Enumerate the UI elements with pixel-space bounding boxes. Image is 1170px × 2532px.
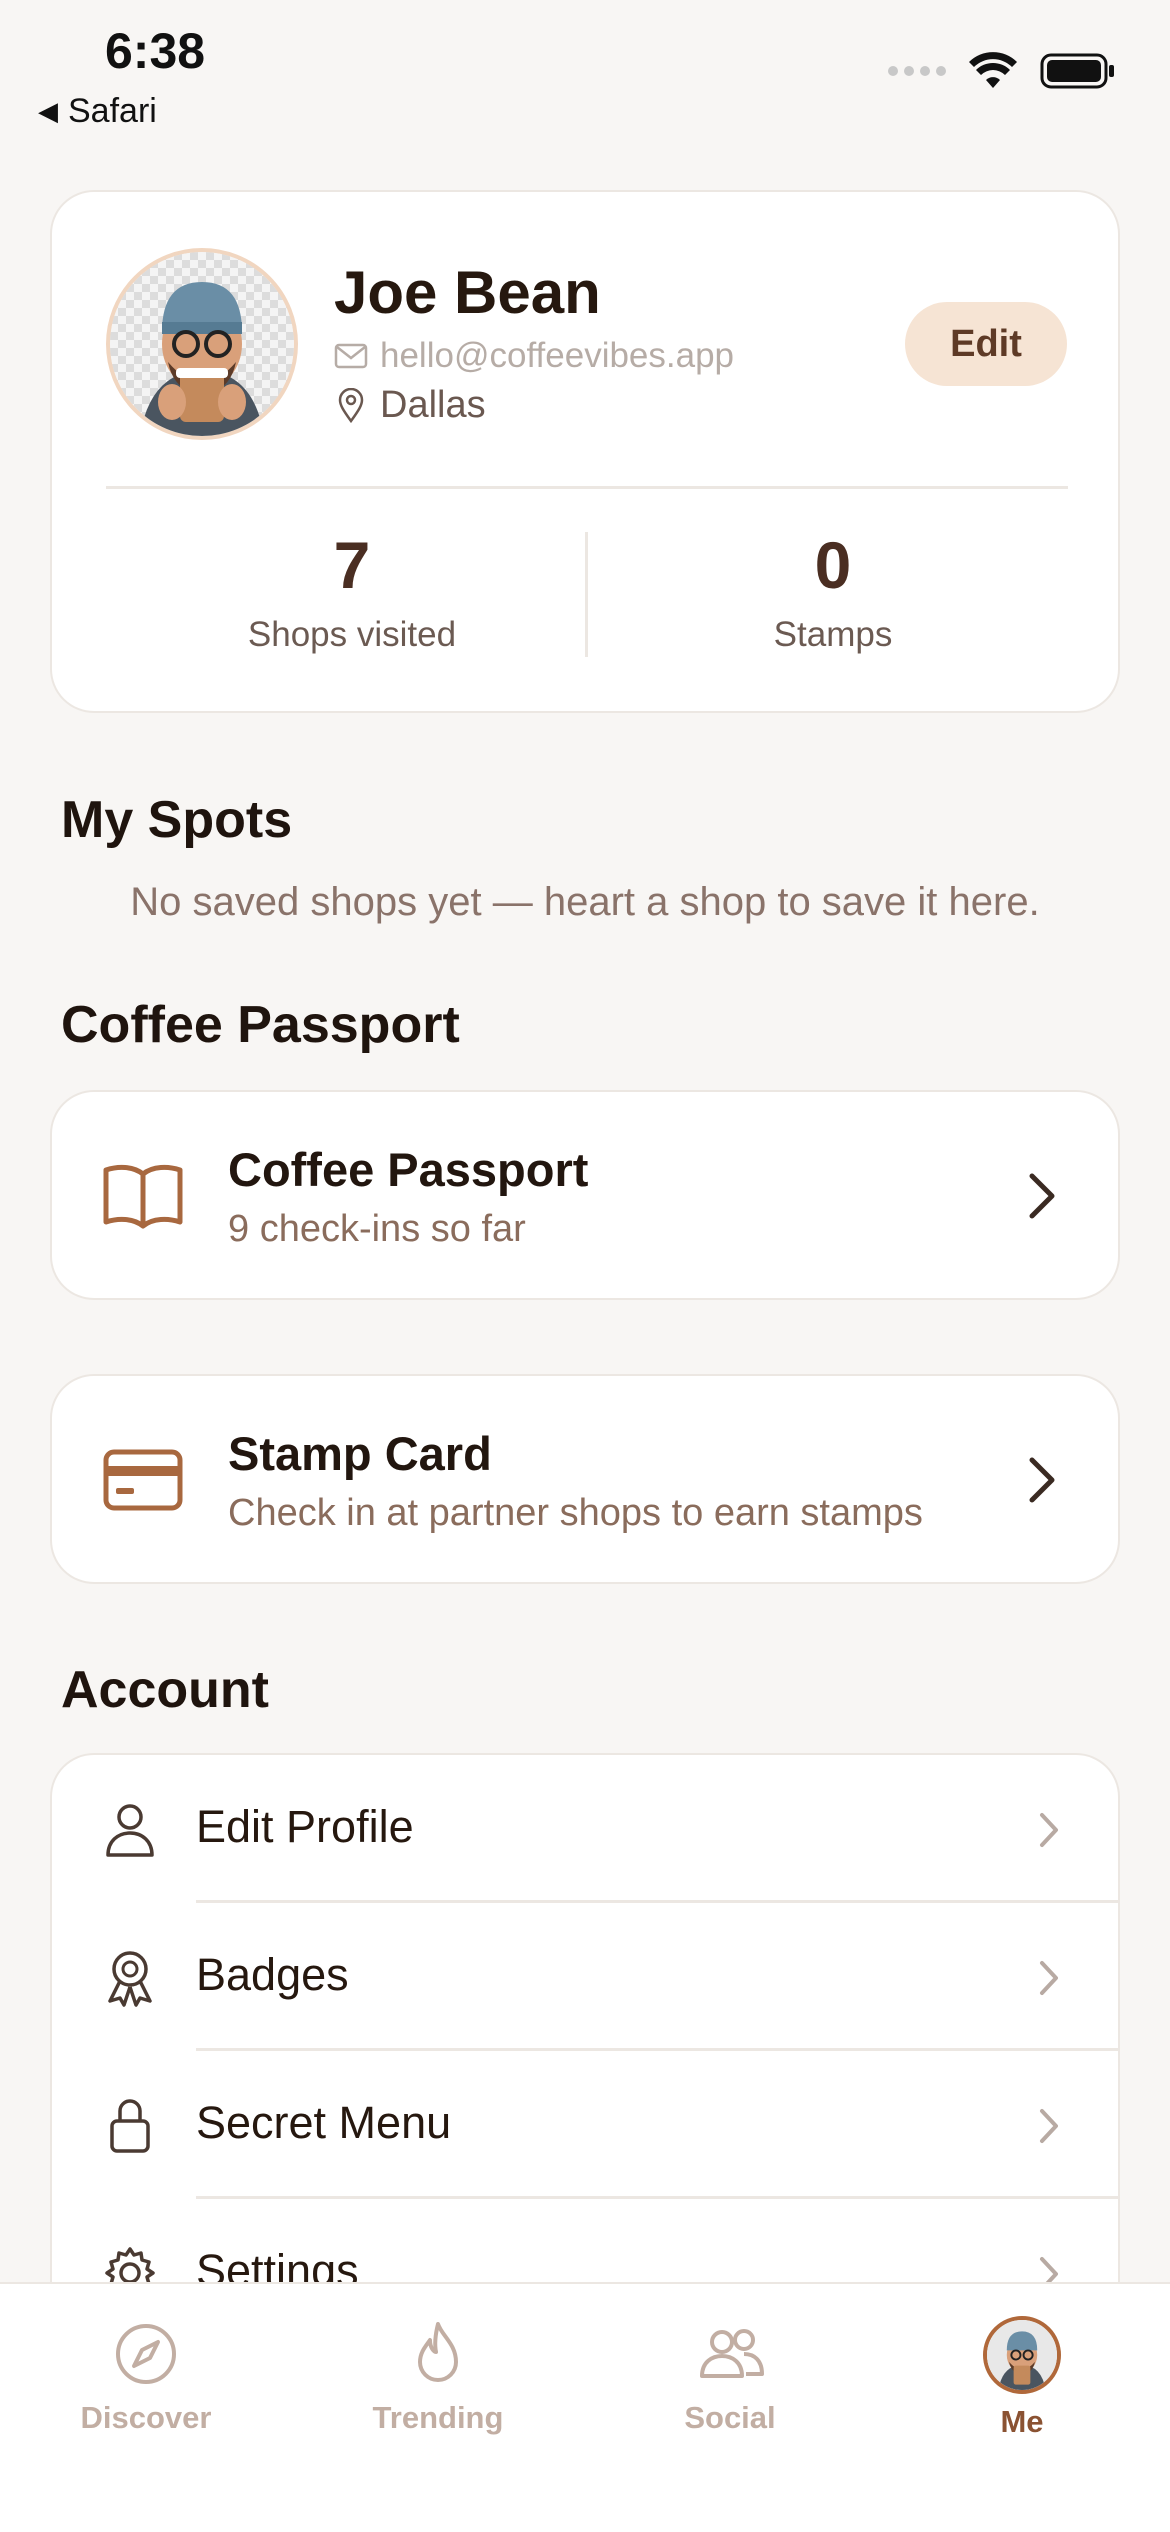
feature-subtitle: 9 check-ins so far (228, 1208, 526, 1250)
card-icon (103, 1449, 183, 1511)
back-to-safari[interactable]: ◀ Safari (38, 92, 157, 131)
feature-title: Coffee Passport (228, 1143, 589, 1196)
stat-separator (585, 532, 588, 657)
people-icon (700, 2329, 764, 2378)
my-spots-heading: My Spots (61, 791, 293, 849)
account-list: Edit Profile Badges Secret Menu Settings (50, 1753, 1120, 2313)
feature-subtitle: Check in at partner shops to earn stamps (228, 1492, 923, 1534)
row-label: Secret Menu (196, 2097, 452, 2148)
row-label: Edit Profile (196, 1801, 414, 1852)
back-app-label: Safari (68, 92, 157, 130)
row-label: Badges (196, 1949, 349, 2000)
tab-label: Me (1000, 2404, 1044, 2439)
chevron-right-icon (1040, 2109, 1058, 2143)
status-indicators (888, 52, 1116, 90)
chevron-right-icon (1040, 1813, 1058, 1847)
location-pin-icon (338, 387, 364, 423)
mail-icon (334, 343, 368, 369)
stat-label: Stamps (773, 615, 893, 654)
stat-value: 7 (333, 528, 371, 602)
feature-title: Stamp Card (228, 1427, 492, 1480)
tab-social[interactable]: Social (584, 2304, 876, 2436)
profile-location: Dallas (334, 384, 486, 427)
stat-value: 0 (814, 528, 852, 602)
edit-profile-button[interactable]: Edit (905, 302, 1067, 386)
tab-discover[interactable]: Discover (0, 2304, 292, 2436)
account-item-edit-profile[interactable]: Edit Profile (52, 1755, 1118, 1903)
avatar (983, 2316, 1061, 2394)
tab-bar: Discover Trending Social Me (0, 2282, 1170, 2532)
flame-icon (418, 2322, 458, 2382)
compass-icon (116, 2324, 176, 2384)
tab-trending[interactable]: Trending (292, 2304, 584, 2436)
back-triangle-icon: ◀ (38, 96, 58, 126)
tab-label: Trending (372, 2400, 504, 2435)
chevron-right-icon (1029, 1457, 1055, 1503)
profile-name: Joe Bean (334, 259, 601, 326)
stat-stamps: 0 Stamps (593, 527, 1073, 655)
stamp-card-card[interactable]: Stamp Card Check in at partner shops to … (50, 1374, 1120, 1584)
account-heading: Account (61, 1661, 269, 1719)
tab-label: Discover (80, 2400, 212, 2435)
chevron-right-icon (1029, 1173, 1055, 1219)
card-divider (106, 486, 1068, 489)
account-item-secret-menu[interactable]: Secret Menu (52, 2051, 1118, 2199)
stat-shops-visited: 7 Shops visited (112, 527, 592, 655)
tab-label: Social (684, 2400, 776, 2435)
tab-me[interactable]: Me (876, 2304, 1168, 2440)
profile-screen: 6:38 ◀ Safari Joe Bean hello@coffeevibes… (0, 0, 1170, 2532)
wifi-icon (969, 52, 1017, 88)
battery-icon (1040, 53, 1114, 89)
badge-icon (108, 1951, 152, 2007)
lock-icon (110, 2099, 150, 2153)
book-icon (103, 1164, 183, 1229)
profile-city-text: Dallas (380, 384, 486, 426)
stat-label: Shops visited (247, 615, 457, 654)
chevron-right-icon (1040, 1961, 1058, 1995)
coffee-passport-heading: Coffee Passport (61, 996, 460, 1054)
person-icon (106, 1804, 154, 1857)
coffee-passport-card[interactable]: Coffee Passport 9 check-ins so far (50, 1090, 1120, 1300)
account-item-badges[interactable]: Badges (52, 1903, 1118, 2051)
profile-email: hello@coffeevibes.app (334, 336, 734, 376)
status-time: 6:38 (105, 23, 206, 79)
profile-email-text: hello@coffeevibes.app (380, 336, 735, 375)
my-spots-empty-text: No saved shops yet — heart a shop to sav… (130, 880, 1040, 924)
profile-card: Joe Bean hello@coffeevibes.app Dallas Ed… (50, 190, 1120, 713)
avatar (106, 248, 298, 440)
cellular-signal-icon (888, 66, 946, 76)
